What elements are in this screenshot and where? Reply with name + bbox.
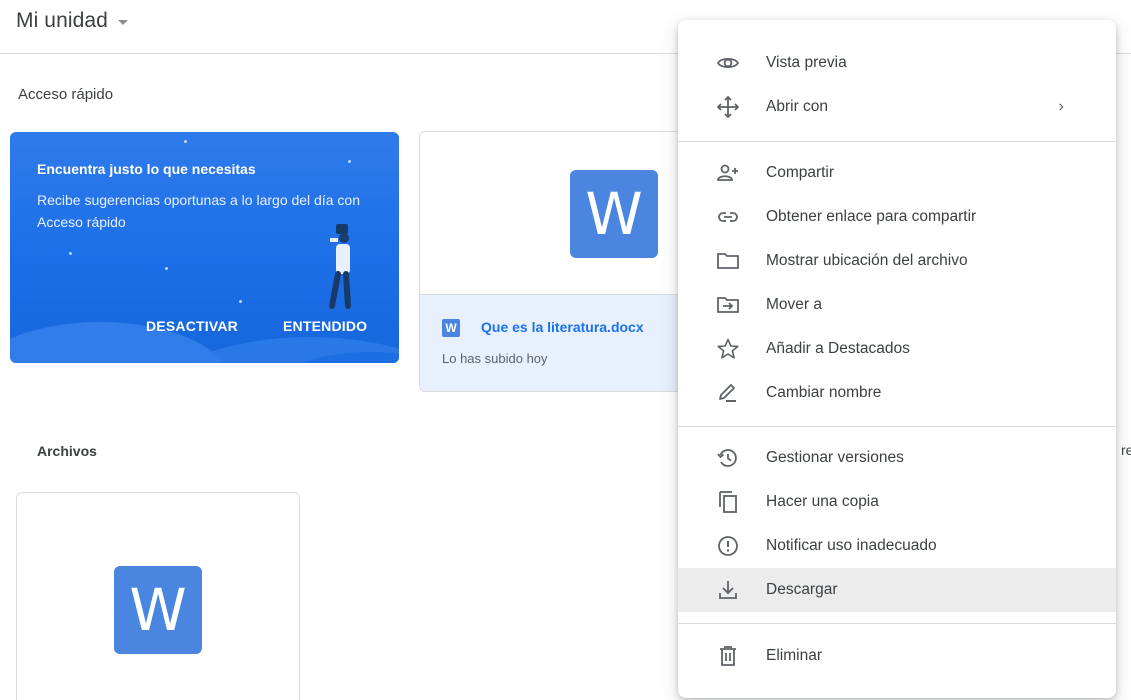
file-preview: W xyxy=(420,132,698,295)
file-name: Que es la literatura.docx xyxy=(481,319,644,335)
download-icon xyxy=(716,578,740,602)
menu-item-download[interactable]: Descargar xyxy=(678,568,1116,612)
menu-item-label: Eliminar xyxy=(766,647,822,664)
menu-item-move-to[interactable]: Mover a xyxy=(678,283,1116,327)
file-card-footer: W Que es la literatura.docx Lo has subid… xyxy=(420,295,698,391)
promo-description: Recibe sugerencias oportunas a lo largo … xyxy=(37,192,360,230)
menu-item-preview[interactable]: Vista previa xyxy=(678,41,1116,85)
menu-divider xyxy=(678,623,1116,624)
trash-icon xyxy=(716,644,740,668)
menu-item-label: Abrir con xyxy=(766,98,829,115)
menu-item-label: Vista previa xyxy=(766,54,847,71)
menu-item-get-link[interactable]: Obtener enlace para compartir xyxy=(678,195,1116,239)
eye-icon xyxy=(716,51,740,75)
menu-item-label: Obtener enlace para compartir xyxy=(766,208,977,225)
menu-item-label: Gestionar versiones xyxy=(766,449,904,466)
menu-item-open-with[interactable]: Abrir con › xyxy=(678,85,1116,129)
menu-item-label: Cambiar nombre xyxy=(766,384,882,401)
pencil-icon xyxy=(716,381,740,405)
copy-icon xyxy=(716,490,740,514)
menu-item-make-copy[interactable]: Hacer una copia xyxy=(678,480,1116,524)
file-activity-text: Lo has subido hoy xyxy=(442,351,548,366)
menu-item-label: Descargar xyxy=(766,581,838,598)
file-grid-card[interactable]: W xyxy=(16,492,300,700)
menu-item-delete[interactable]: Eliminar xyxy=(678,634,1116,678)
quick-access-label: Acceso rápido xyxy=(18,86,114,103)
menu-divider xyxy=(678,426,1116,427)
partial-header-text: re xyxy=(1121,442,1131,458)
menu-item-label: Añadir a Destacados xyxy=(766,340,910,357)
menu-item-rename[interactable]: Cambiar nombre xyxy=(678,371,1116,415)
dismiss-button[interactable]: DESACTIVAR xyxy=(146,318,238,334)
menu-item-label: Mostrar ubicación del archivo xyxy=(766,252,968,269)
menu-item-add-starred[interactable]: Añadir a Destacados xyxy=(678,327,1116,371)
word-document-icon: W xyxy=(570,170,658,258)
move-arrows-icon xyxy=(716,95,740,119)
star-decoration xyxy=(348,160,351,163)
history-icon xyxy=(716,446,740,470)
my-drive-dropdown[interactable]: Mi unidad xyxy=(16,9,128,33)
word-document-icon: W xyxy=(114,566,202,654)
menu-item-label: Notificar uso inadecuado xyxy=(766,537,937,554)
star-decoration xyxy=(184,140,187,143)
star-icon xyxy=(716,337,740,361)
menu-item-label: Hacer una copia xyxy=(766,493,879,510)
star-decoration xyxy=(165,267,168,270)
menu-item-label: Compartir xyxy=(766,164,835,181)
got-it-button[interactable]: ENTENDIDO xyxy=(283,318,367,334)
star-decoration xyxy=(69,252,72,255)
folder-icon xyxy=(716,249,740,273)
word-file-type-icon: W xyxy=(442,319,460,337)
menu-item-share[interactable]: Compartir xyxy=(678,151,1116,195)
menu-item-label: Mover a xyxy=(766,296,822,313)
menu-item-show-location[interactable]: Mostrar ubicación del archivo xyxy=(678,239,1116,283)
star-decoration xyxy=(239,300,242,303)
move-to-folder-icon xyxy=(716,293,740,317)
menu-item-report-abuse[interactable]: Notificar uso inadecuado xyxy=(678,524,1116,568)
report-icon xyxy=(716,534,740,558)
menu-item-manage-versions[interactable]: Gestionar versiones xyxy=(678,436,1116,480)
add-person-icon xyxy=(716,161,740,185)
menu-divider xyxy=(678,141,1116,142)
files-label: Archivos xyxy=(37,443,97,459)
page-title: Mi unidad xyxy=(16,9,108,32)
caret-down-icon xyxy=(117,19,128,25)
chevron-right-icon: › xyxy=(1058,98,1064,115)
quick-access-file-card[interactable]: W W Que es la literatura.docx Lo has sub… xyxy=(419,131,699,392)
link-icon xyxy=(716,205,740,229)
quick-access-promo-card: Encuentra justo lo que necesitas Recibe … xyxy=(10,132,399,363)
context-menu: Vista previa Abrir con › Compartir Obten… xyxy=(678,20,1116,698)
promo-title: Encuentra justo lo que necesitas xyxy=(37,161,256,177)
